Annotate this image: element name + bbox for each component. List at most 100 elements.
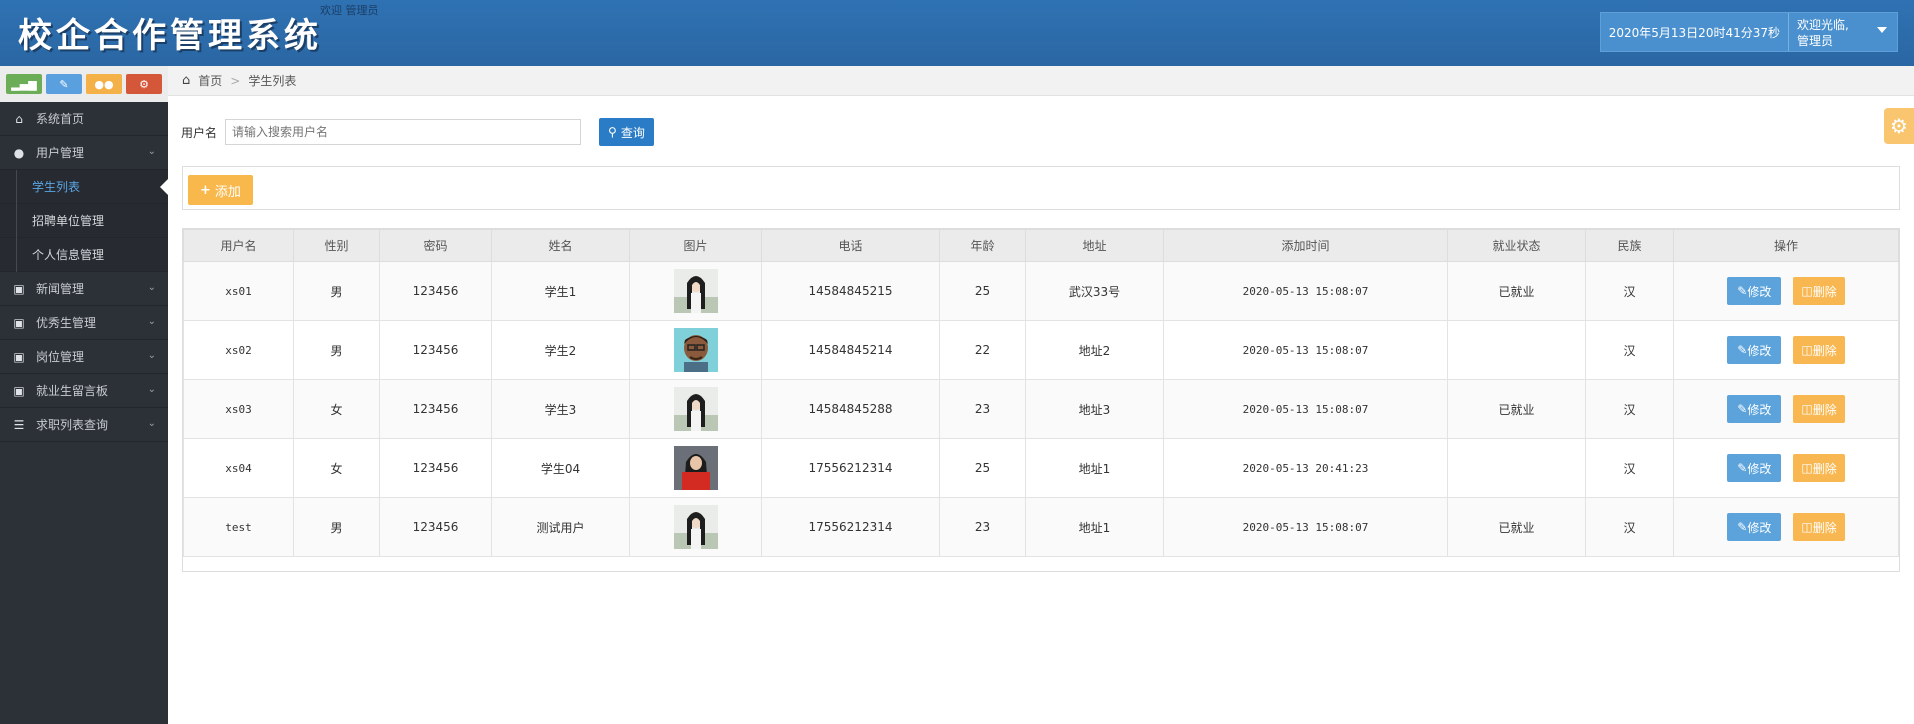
delete-button[interactable]: ◫ 删除 — [1793, 454, 1845, 482]
student-table-container: 用户名 性别 密码 姓名 图片 电话 年龄 地址 添加时间 就业状态 民族 操作… — [182, 228, 1900, 572]
cell-username: xs02 — [183, 320, 294, 380]
cell-employment-status: 已就业 — [1447, 379, 1586, 439]
chevron-down-icon: ⌄ — [147, 350, 156, 361]
sidebar-item-user-management[interactable]: ● 用户管理 ⌄ — [0, 136, 168, 170]
edit-icon: ✎ — [1737, 284, 1748, 298]
sidebar-item-label: 求职列表查询 — [36, 418, 109, 432]
cell-photo — [629, 320, 762, 380]
edit-button[interactable]: ✎ 修改 — [1727, 336, 1782, 364]
student-photo — [673, 269, 718, 313]
group-icon[interactable]: ●● — [86, 74, 122, 94]
sidebar-item-label: 用户管理 — [36, 146, 85, 160]
delete-button[interactable]: ◫ 删除 — [1793, 336, 1845, 364]
search-bar: 用户名 ⚲ 查询 — [181, 118, 654, 146]
edit-icon: ✎ — [1737, 520, 1748, 534]
student-table: 用户名 性别 密码 姓名 图片 电话 年龄 地址 添加时间 就业状态 民族 操作… — [183, 229, 1899, 557]
cell-actions: ✎ 修改 ◫ 删除 — [1673, 379, 1899, 439]
sidebar-item-excellent-students[interactable]: ▣ 优秀生管理 ⌄ — [0, 306, 168, 340]
cell-password: 123456 — [379, 438, 492, 498]
cell-actions: ✎ 修改 ◫ 删除 — [1673, 320, 1899, 380]
edit-button[interactable]: ✎ 修改 — [1727, 277, 1782, 305]
sidebar-item-home[interactable]: ⌂ 系统首页 — [0, 102, 168, 136]
cell-password: 123456 — [379, 379, 492, 439]
cell-employment-status: 已就业 — [1447, 497, 1586, 557]
add-button[interactable]: + 添加 — [188, 175, 253, 205]
header-user-panel: 2020年5月13日20时41分37秒 欢迎光临, 管理员 — [1599, 12, 1898, 52]
sidebar-item-positions[interactable]: ▣ 岗位管理 ⌄ — [0, 340, 168, 374]
gear-icon[interactable]: ⚙ — [1884, 108, 1914, 144]
cell-age: 23 — [939, 379, 1026, 439]
user-menu-toggle[interactable]: 欢迎光临, 管理员 — [1789, 13, 1897, 51]
edit-button-label: 修改 — [1747, 520, 1772, 535]
cell-added-time: 2020-05-13 15:08:07 — [1163, 497, 1448, 557]
cell-actions: ✎ 修改 ◫ 删除 — [1673, 438, 1899, 498]
edit-button-label: 修改 — [1747, 402, 1772, 417]
sidebar-item-job-search[interactable]: ☰ 求职列表查询 ⌄ — [0, 408, 168, 442]
sidebar: ▂▄▆ ✎ ●● ⚙ ⌂ 系统首页 ● 用户管理 ⌄ 学生列表 招聘单位管理 个… — [0, 66, 169, 724]
image-icon: ▣ — [13, 281, 25, 296]
breadcrumb-current: 学生列表 — [248, 74, 297, 88]
cell-password: 123456 — [379, 320, 492, 380]
cell-age: 23 — [939, 497, 1026, 557]
chevron-down-icon: ⌄ — [147, 282, 156, 293]
sidebar-subitem-recruiter-management[interactable]: 招聘单位管理 — [0, 204, 168, 238]
sidebar-shortcuts: ▂▄▆ ✎ ●● ⚙ — [0, 66, 168, 102]
search-icon: ⚲ — [608, 125, 617, 139]
cell-employment-status: 已就业 — [1447, 261, 1586, 321]
student-photo — [673, 446, 718, 490]
username-search-input[interactable] — [225, 119, 582, 145]
home-icon: ⌂ — [15, 111, 23, 126]
col-header: 电话 — [761, 229, 940, 262]
cell-ethnicity: 汉 — [1585, 438, 1674, 498]
cell-username: xs03 — [183, 379, 294, 439]
delete-button[interactable]: ◫ 删除 — [1793, 395, 1845, 423]
breadcrumb: ⌂ 首页 > 学生列表 — [168, 66, 1914, 96]
home-icon: ⌂ — [182, 73, 191, 88]
sidebar-subitem-profile[interactable]: 个人信息管理 — [0, 238, 168, 272]
cell-address: 地址3 — [1025, 379, 1164, 439]
trash-icon: ◫ — [1801, 284, 1813, 298]
cell-employment-status — [1447, 320, 1586, 380]
col-header: 密码 — [379, 229, 492, 262]
cell-gender: 男 — [293, 320, 380, 380]
col-header: 用户名 — [183, 229, 294, 262]
col-header: 性别 — [293, 229, 380, 262]
user-role: 管理员 — [1797, 34, 1834, 48]
sidebar-item-news[interactable]: ▣ 新闻管理 ⌄ — [0, 272, 168, 306]
welcome-small-text: 欢迎 管理员 — [320, 4, 379, 17]
edit-button[interactable]: ✎ 修改 — [1727, 395, 1782, 423]
trash-icon: ◫ — [1801, 402, 1813, 416]
cell-age: 25 — [939, 261, 1026, 321]
cell-username: test — [183, 497, 294, 557]
current-datetime: 2020年5月13日20时41分37秒 — [1601, 13, 1789, 51]
user-icon: ● — [13, 145, 25, 160]
table-header-row: 用户名 性别 密码 姓名 图片 电话 年龄 地址 添加时间 就业状态 民族 操作 — [183, 229, 1899, 262]
col-header: 姓名 — [491, 229, 630, 262]
sidebar-subitem-label: 学生列表 — [32, 180, 81, 194]
edit-button-label: 修改 — [1747, 461, 1772, 476]
sidebar-item-message-board[interactable]: ▣ 就业生留言板 ⌄ — [0, 374, 168, 408]
table-row: xs03 女 123456 学生3 14584845288 23 地址3 202… — [183, 379, 1899, 439]
cogs-icon[interactable]: ⚙ — [126, 74, 162, 94]
table-row: test 男 123456 测试用户 17556212314 23 地址1 20… — [183, 497, 1899, 557]
sidebar-subitem-student-list[interactable]: 学生列表 — [0, 170, 169, 204]
trash-icon: ◫ — [1801, 343, 1813, 357]
add-button-label: 添加 — [214, 184, 241, 200]
signal-icon[interactable]: ▂▄▆ — [6, 74, 42, 94]
delete-button[interactable]: ◫ 删除 — [1793, 513, 1845, 541]
sidebar-subitem-label: 个人信息管理 — [32, 248, 105, 262]
search-button[interactable]: ⚲ 查询 — [599, 118, 654, 146]
cell-added-time: 2020-05-13 20:41:23 — [1163, 438, 1448, 498]
delete-button[interactable]: ◫ 删除 — [1793, 277, 1845, 305]
cell-gender: 女 — [293, 438, 380, 498]
cell-phone: 14584845288 — [761, 379, 940, 439]
cell-gender: 女 — [293, 379, 380, 439]
pencil-icon[interactable]: ✎ — [46, 74, 82, 94]
cell-photo — [629, 379, 762, 439]
col-header: 就业状态 — [1447, 229, 1586, 262]
edit-button[interactable]: ✎ 修改 — [1727, 513, 1782, 541]
cell-added-time: 2020-05-13 15:08:07 — [1163, 379, 1448, 439]
breadcrumb-home[interactable]: 首页 — [198, 72, 222, 89]
breadcrumb-separator: > — [230, 73, 241, 88]
edit-button[interactable]: ✎ 修改 — [1727, 454, 1782, 482]
